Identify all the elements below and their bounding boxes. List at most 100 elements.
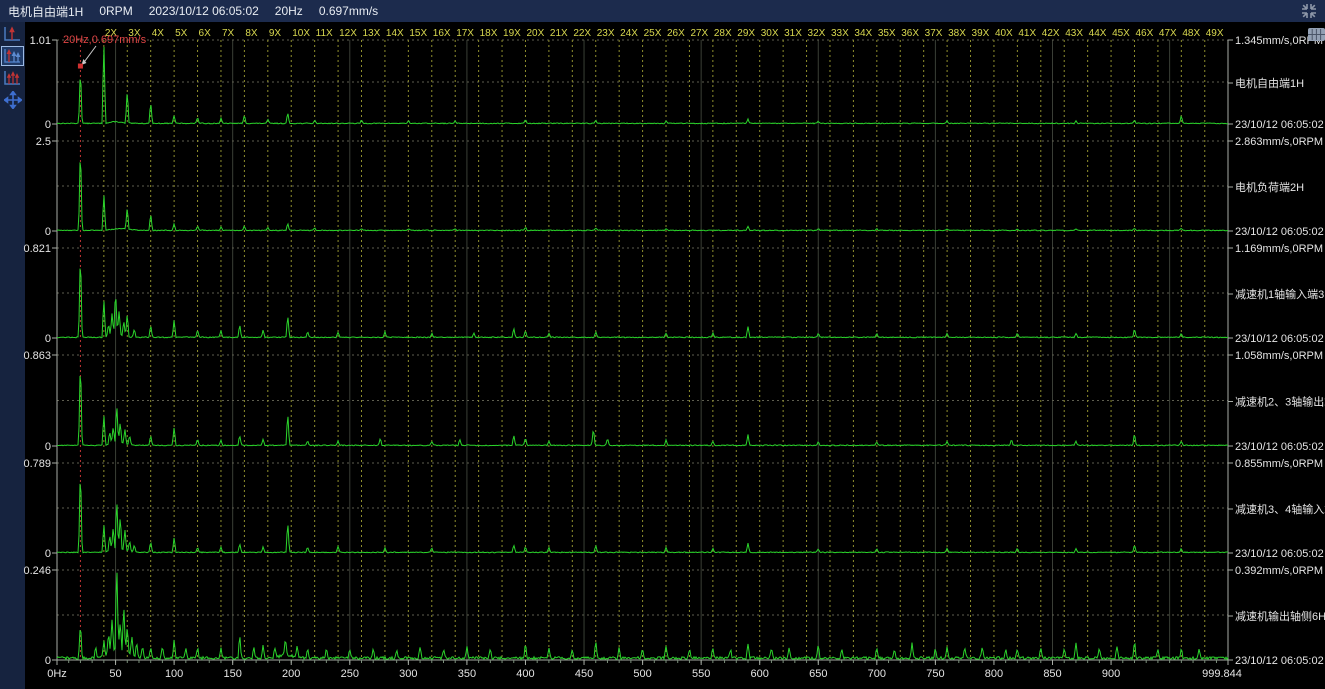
harmonic-label: 8X xyxy=(245,28,258,39)
harmonic-label: 46X xyxy=(1135,28,1153,39)
titlebar-amplitude: 0.697mm/s xyxy=(319,4,378,18)
harmonic-label: 5X xyxy=(175,28,188,39)
y-max-label: 0.246 xyxy=(23,565,51,577)
y-max-label: 2.5 xyxy=(36,136,51,148)
x-tick-label: 999.844 xyxy=(1202,668,1242,680)
harmonic-label: 34X xyxy=(854,28,872,39)
harmonic-label: 45X xyxy=(1112,28,1130,39)
spectrum-workspace: 2X3X4X5X6X7X8X9X10X11X12X13X14X15X16X17X… xyxy=(0,22,1325,689)
timestamp-label: 23/10/12 06:05:02 xyxy=(1235,441,1324,453)
channel-info-ch3: 1.169mm/s,0RPM 减速机1轴输入端3H 23/10/12 06:05:0… xyxy=(1228,243,1325,345)
peak-marker[interactable] xyxy=(78,64,83,69)
channel-info-ch6: 0.392mm/s,0RPM 减速机输出轴侧6H 23/10/12 06:05:02 xyxy=(1228,565,1325,667)
x-tick-label: 450 xyxy=(575,668,593,680)
x-tick-label: 800 xyxy=(985,668,1003,680)
x-tick-label: 0Hz xyxy=(47,668,67,680)
channel-info-ch4: 1.058mm/s,0RPM 减速机2、3轴输出端4A 23/10/12 06:05… xyxy=(1228,350,1325,453)
x-tick-label: 50 xyxy=(109,668,121,680)
harmonic-label: 48X xyxy=(1182,28,1200,39)
y-axis-labels-ch3: 0.821 0 xyxy=(23,243,57,345)
y-axis-labels-ch2: 2.50 xyxy=(36,136,57,238)
x-tick-label: 550 xyxy=(692,668,710,680)
harmonic-label: 42X xyxy=(1042,28,1060,39)
collapse-icon[interactable] xyxy=(1299,2,1319,20)
x-tick-label: 200 xyxy=(282,668,300,680)
overall-value-label: 1.169mm/s,0RPM xyxy=(1235,243,1323,255)
channel-name-label: 减速机2、3轴输出端4A xyxy=(1235,395,1325,409)
x-tick-label: 750 xyxy=(926,668,944,680)
harmonic-label: 11X xyxy=(316,28,333,39)
harmonic-label: 4X xyxy=(152,28,165,39)
channel-name-label: 减速机1轴输入端3H xyxy=(1235,287,1325,301)
x-tick-label: 500 xyxy=(633,668,651,680)
harmonic-label: 49X xyxy=(1206,28,1224,39)
harmonic-label: 24X xyxy=(620,28,638,39)
titlebar-channel: 电机自由端1H xyxy=(8,3,83,20)
harmonic-label: 41X xyxy=(1018,28,1036,39)
timestamp-label: 23/10/12 06:05:02 xyxy=(1235,226,1324,238)
harmonic-label: 12X xyxy=(339,28,357,39)
x-axis-labels: 0Hz5010015020025030035040045050055060065… xyxy=(47,668,1242,680)
y-max-label: 0.789 xyxy=(23,458,51,470)
timestamp-label: 23/10/12 06:05:02 xyxy=(1235,119,1324,131)
harmonic-label: 31X xyxy=(784,28,802,39)
harmonic-label: 15X xyxy=(409,28,427,39)
channel-name-label: 电机自由端1H xyxy=(1235,76,1304,90)
title-bar: 电机自由端1H 0RPM 2023/10/12 06:05:02 20Hz 0.… xyxy=(0,0,1325,22)
harmonic-label: 38X xyxy=(948,28,966,39)
y-max-label: 0.863 xyxy=(23,350,51,362)
harmonic-label: 35X xyxy=(878,28,896,39)
harmonic-label: 23X xyxy=(597,28,615,39)
harmonic-label: 9X xyxy=(269,28,282,39)
y-zero-label: 0 xyxy=(45,226,51,238)
cursor-annotation-label: 20Hz,0.697mm/s xyxy=(63,34,147,46)
titlebar-rpm: 0RPM xyxy=(99,4,132,18)
harmonic-label: 22X xyxy=(573,28,591,39)
harmonic-label: 6X xyxy=(199,28,212,39)
harmonic-label: 40X xyxy=(995,28,1013,39)
x-tick-label: 700 xyxy=(868,668,886,680)
harmonic-label: 17X xyxy=(456,28,474,39)
y-axis-labels-ch6: 0.246 0 xyxy=(23,565,57,667)
harmonic-label: 30X xyxy=(761,28,779,39)
x-tick-label: 650 xyxy=(809,668,827,680)
overall-value-label: 2.863mm/s,0RPM xyxy=(1235,136,1323,148)
x-tick-label: 350 xyxy=(458,668,476,680)
harmonic-label: 26X xyxy=(667,28,685,39)
channel-info-ch1: 1.345mm/s,0RPM电机自由端1H23/10/12 06:05:02 xyxy=(1228,35,1324,131)
harmonic-label: 33X xyxy=(831,28,849,39)
x-tick-label: 100 xyxy=(165,668,183,680)
harmonic-label: 47X xyxy=(1159,28,1177,39)
channel-name-label: 电机负荷端2H xyxy=(1235,180,1304,194)
harmonic-label: 36X xyxy=(901,28,919,39)
overall-value-label: 0.392mm/s,0RPM xyxy=(1235,565,1323,577)
harmonic-label: 16X xyxy=(433,28,451,39)
harmonic-label: 44X xyxy=(1089,28,1107,39)
harmonic-label: 21X xyxy=(550,28,568,39)
channel-info-ch2: 2.863mm/s,0RPM 电机负荷端2H 23/10/12 06:05:02 xyxy=(1228,136,1324,238)
channel-name-label: 减速机输出轴侧6H xyxy=(1235,609,1325,623)
harmonic-label: 7X xyxy=(222,28,235,39)
y-zero-label: 0 xyxy=(45,655,51,667)
y-max-label: 0.821 xyxy=(23,243,51,255)
overall-value-label: 0.855mm/s,0RPM xyxy=(1235,458,1323,470)
x-tick-label: 400 xyxy=(516,668,534,680)
x-tick-label: 300 xyxy=(399,668,417,680)
timestamp-label: 23/10/12 06:05:02 xyxy=(1235,333,1324,345)
harmonic-label: 19X xyxy=(503,28,521,39)
titlebar-freq: 20Hz xyxy=(275,4,303,18)
y-zero-label: 0 xyxy=(45,119,51,131)
y-zero-label: 0 xyxy=(45,333,51,345)
overall-value-label: 1.058mm/s,0RPM xyxy=(1235,350,1323,362)
harmonic-label: 20X xyxy=(526,28,544,39)
harmonic-label: 25X xyxy=(644,28,662,39)
channel-list-icon[interactable] xyxy=(1308,28,1325,41)
harmonic-label: 10X xyxy=(292,28,310,39)
timestamp-label: 23/10/12 06:05:02 xyxy=(1235,655,1324,667)
harmonic-label: 43X xyxy=(1065,28,1083,39)
x-tick-label: 600 xyxy=(751,668,769,680)
x-tick-label: 150 xyxy=(223,668,241,680)
y-zero-label: 0 xyxy=(45,441,51,453)
timestamp-label: 23/10/12 06:05:02 xyxy=(1235,548,1324,560)
spectrum-chart[interactable]: 2X3X4X5X6X7X8X9X10X11X12X13X14X15X16X17X… xyxy=(0,22,1325,689)
